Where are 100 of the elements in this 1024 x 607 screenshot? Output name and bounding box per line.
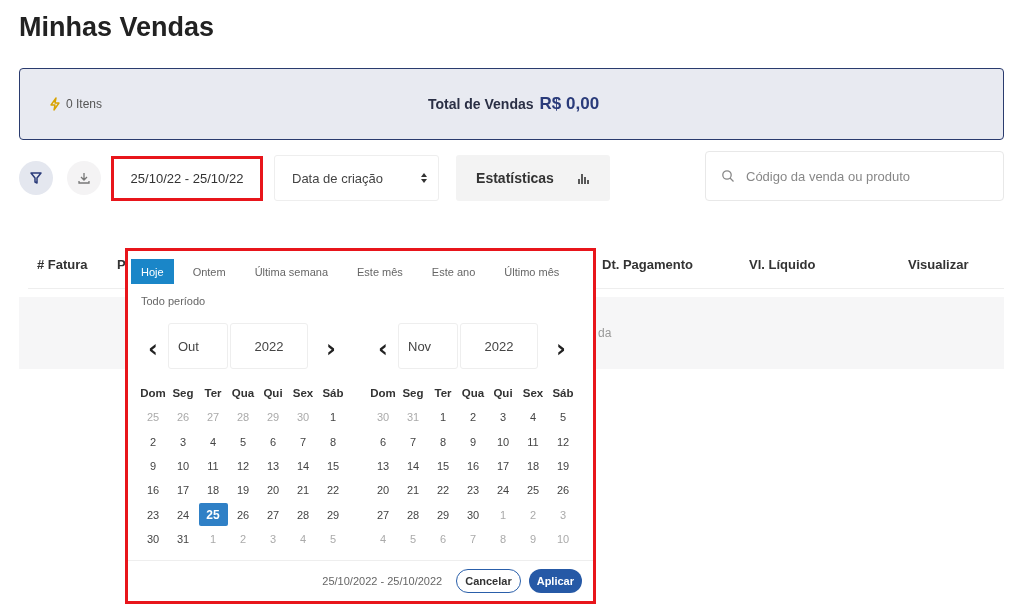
calendar-day[interactable]: 30 xyxy=(458,503,488,527)
sort-select[interactable]: Data de criação xyxy=(274,155,439,201)
calendar-day[interactable]: 15 xyxy=(428,454,458,478)
cancel-button[interactable]: Cancelar xyxy=(456,569,521,593)
calendar-day[interactable]: 12 xyxy=(228,454,258,478)
calendar-day[interactable]: 3 xyxy=(488,405,518,429)
range-option[interactable]: Este mês xyxy=(347,259,413,284)
calendar-day[interactable]: 24 xyxy=(168,503,198,527)
calendar-day[interactable]: 21 xyxy=(398,478,428,502)
calendar-day[interactable]: 22 xyxy=(318,478,348,502)
next-month-button[interactable]: › xyxy=(316,335,346,363)
filter-button[interactable] xyxy=(19,161,53,195)
calendar-day[interactable]: 9 xyxy=(458,430,488,454)
calendar-day[interactable]: 15 xyxy=(318,454,348,478)
calendar-day[interactable]: 6 xyxy=(258,430,288,454)
apply-button[interactable]: Aplicar xyxy=(528,569,582,593)
calendar-day[interactable]: 11 xyxy=(198,454,228,478)
calendar-day[interactable]: 28 xyxy=(288,503,318,527)
next-month-button[interactable]: › xyxy=(546,335,576,363)
column-header: Visualizar xyxy=(908,256,969,272)
calendar-day[interactable]: 13 xyxy=(368,454,398,478)
calendar-day[interactable]: 14 xyxy=(398,454,428,478)
calendar-day[interactable]: 4 xyxy=(518,405,548,429)
calendar-day[interactable]: 24 xyxy=(488,478,518,502)
total-label: Total de Vendas xyxy=(428,96,534,112)
statistics-button[interactable]: Estatísticas xyxy=(456,155,610,201)
weekday-label: Qui xyxy=(493,387,513,400)
calendar-day[interactable]: 10 xyxy=(168,454,198,478)
calendar-day[interactable]: 22 xyxy=(428,478,458,502)
calendar-day[interactable]: 17 xyxy=(488,454,518,478)
search-field[interactable]: Código da venda ou produto xyxy=(705,151,1004,201)
calendar-day[interactable]: 25 xyxy=(518,478,548,502)
range-option[interactable]: Este ano xyxy=(421,259,486,284)
weekday-label: Sáb xyxy=(552,387,574,400)
calendar-day[interactable]: 18 xyxy=(198,478,228,502)
empty-message: da xyxy=(598,326,612,340)
year-select[interactable]: 2022 xyxy=(230,323,308,369)
calendar-day[interactable]: 5 xyxy=(228,430,258,454)
date-range-field[interactable]: 25/10/22 - 25/10/22 xyxy=(111,155,263,201)
calendar-day[interactable]: 8 xyxy=(428,430,458,454)
calendar-day[interactable]: 3 xyxy=(168,430,198,454)
calendar-day[interactable]: 19 xyxy=(548,454,578,478)
calendar-day[interactable]: 29 xyxy=(318,503,348,527)
calendar-day[interactable]: 25 xyxy=(198,503,228,527)
range-option[interactable]: Última semana xyxy=(244,259,338,284)
calendar-day[interactable]: 29 xyxy=(428,503,458,527)
calendar-day[interactable]: 16 xyxy=(138,478,168,502)
calendar-day[interactable]: 20 xyxy=(368,478,398,502)
calendar-day[interactable]: 23 xyxy=(138,503,168,527)
calendar-day[interactable]: 21 xyxy=(288,478,318,502)
weekday-label: Qua xyxy=(231,387,255,400)
weekday-label: Dom xyxy=(140,387,166,400)
range-option[interactable]: Hoje xyxy=(131,259,174,284)
column-header: Vl. Líquido xyxy=(749,256,816,272)
download-button[interactable] xyxy=(67,161,101,195)
calendar-day[interactable]: 30 xyxy=(138,527,168,551)
calendar-day[interactable]: 11 xyxy=(518,430,548,454)
weekday-label: Ter xyxy=(204,387,222,400)
calendar-day[interactable]: 27 xyxy=(258,503,288,527)
calendar-day[interactable]: 20 xyxy=(258,478,288,502)
lightning-icon xyxy=(48,97,62,111)
weekday-label: Dom xyxy=(370,387,396,400)
weekday-label: Qua xyxy=(461,387,485,400)
range-option[interactable]: Todo período xyxy=(131,288,216,313)
calendar-day[interactable]: 2 xyxy=(138,430,168,454)
calendar-day[interactable]: 5 xyxy=(548,405,578,429)
calendar-day[interactable]: 2 xyxy=(458,405,488,429)
range-option[interactable]: Último mês xyxy=(494,259,570,284)
calendar-day[interactable]: 6 xyxy=(368,430,398,454)
month-select[interactable]: Out xyxy=(168,323,228,369)
selected-range-text: 25/10/2022 - 25/10/2022 xyxy=(322,575,443,587)
calendar-day[interactable]: 1 xyxy=(318,405,348,429)
calendar-day[interactable]: 17 xyxy=(168,478,198,502)
calendar-day[interactable]: 7 xyxy=(288,430,318,454)
calendar-day[interactable]: 1 xyxy=(428,405,458,429)
calendar-day[interactable]: 9 xyxy=(138,454,168,478)
calendar-day[interactable]: 10 xyxy=(488,430,518,454)
calendar-day[interactable]: 8 xyxy=(318,430,348,454)
download-icon xyxy=(77,171,91,185)
calendar-day[interactable]: 14 xyxy=(288,454,318,478)
range-option[interactable]: Ontem xyxy=(182,259,236,284)
calendar-day[interactable]: 13 xyxy=(258,454,288,478)
calendar-day[interactable]: 26 xyxy=(548,478,578,502)
calendar-day[interactable]: 4 xyxy=(198,430,228,454)
calendar-day[interactable]: 18 xyxy=(518,454,548,478)
calendar-day[interactable]: 19 xyxy=(228,478,258,502)
calendar-day[interactable]: 7 xyxy=(398,430,428,454)
calendar-day[interactable]: 16 xyxy=(458,454,488,478)
previous-month-button[interactable]: ‹ xyxy=(368,335,398,363)
page-title: Minhas Vendas xyxy=(19,11,216,44)
previous-month-button[interactable]: ‹ xyxy=(138,335,168,363)
calendar-day[interactable]: 28 xyxy=(398,503,428,527)
calendar-day[interactable]: 26 xyxy=(228,503,258,527)
column-header: Dt. Pagamento xyxy=(602,256,693,272)
calendar-day[interactable]: 31 xyxy=(168,527,198,551)
calendar-day[interactable]: 12 xyxy=(548,430,578,454)
calendar-day[interactable]: 23 xyxy=(458,478,488,502)
calendar-day[interactable]: 27 xyxy=(368,503,398,527)
year-select[interactable]: 2022 xyxy=(460,323,538,369)
month-select[interactable]: Nov xyxy=(398,323,458,369)
